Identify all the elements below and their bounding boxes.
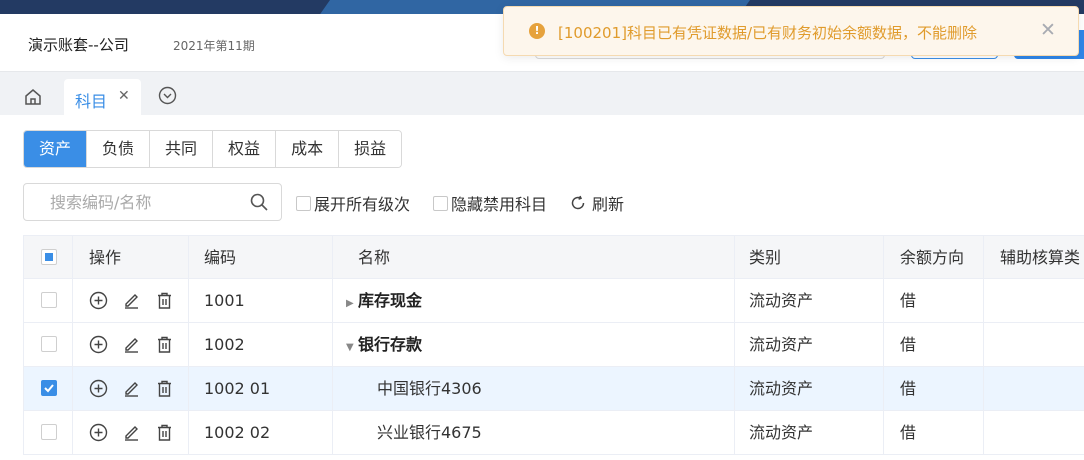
hide-disabled-label: 隐藏禁用科目 bbox=[451, 195, 548, 214]
category-tab-profit-loss[interactable]: 损益 bbox=[338, 131, 402, 167]
add-circle-icon[interactable] bbox=[89, 291, 108, 310]
row-direction: 借 bbox=[884, 323, 984, 367]
expand-all-option[interactable]: 展开所有级次 bbox=[296, 191, 410, 215]
row-select-cell bbox=[23, 367, 73, 411]
check-icon bbox=[44, 384, 54, 393]
hide-disabled-option[interactable]: 隐藏禁用科目 bbox=[433, 191, 547, 215]
expand-caret-icon[interactable]: ▶ bbox=[346, 282, 356, 323]
row-checkbox[interactable] bbox=[41, 424, 57, 440]
edit-icon[interactable] bbox=[122, 291, 141, 310]
category-tab-assets[interactable]: 资产 bbox=[24, 131, 87, 167]
collapse-caret-icon[interactable]: ▼ bbox=[346, 326, 356, 367]
header-select-cell bbox=[23, 236, 73, 280]
category-tab-common[interactable]: 共同 bbox=[149, 131, 213, 167]
row-aux bbox=[984, 279, 1084, 323]
refresh-label: 刷新 bbox=[592, 195, 625, 214]
row-code: 1002 bbox=[189, 323, 333, 367]
expand-all-checkbox[interactable] bbox=[296, 195, 311, 211]
row-name-text: 银行存款 bbox=[358, 335, 423, 354]
row-name: 兴业银行4675 bbox=[333, 411, 735, 455]
table-row[interactable]: 1001 ▶ 库存现金 流动资产 借 bbox=[23, 279, 1084, 323]
row-direction: 借 bbox=[884, 411, 984, 455]
row-checkbox[interactable] bbox=[41, 336, 57, 352]
tab-close-icon[interactable]: ✕ bbox=[118, 88, 130, 104]
delete-icon[interactable] bbox=[155, 335, 174, 354]
category-tab-cost[interactable]: 成本 bbox=[275, 131, 339, 167]
column-header-direction[interactable]: 余额方向 bbox=[884, 236, 984, 280]
refresh-button[interactable]: 刷新 bbox=[570, 191, 624, 215]
search-icon[interactable] bbox=[250, 193, 268, 211]
row-checkbox[interactable] bbox=[41, 380, 57, 396]
row-name: ▼ 银行存款 bbox=[333, 323, 735, 367]
delete-icon[interactable] bbox=[155, 423, 174, 442]
app-title[interactable]: 演示账套--公司 bbox=[28, 34, 129, 55]
row-type: 流动资产 bbox=[735, 279, 884, 323]
search-box bbox=[23, 183, 282, 221]
tab-bar: 科目 ✕ bbox=[0, 73, 1084, 115]
column-header-code[interactable]: 编码 bbox=[189, 236, 333, 280]
edit-icon[interactable] bbox=[122, 379, 141, 398]
tab-accounts[interactable]: 科目 ✕ bbox=[64, 79, 141, 115]
row-select-cell bbox=[23, 279, 73, 323]
row-actions bbox=[73, 367, 189, 411]
category-tab-liabilities[interactable]: 负债 bbox=[86, 131, 150, 167]
toast-close-button[interactable]: ✕ bbox=[1037, 18, 1059, 42]
chevron-down-circle-icon[interactable] bbox=[158, 86, 177, 105]
tab-label: 科目 bbox=[75, 92, 108, 111]
add-circle-icon[interactable] bbox=[89, 423, 108, 442]
row-aux bbox=[984, 323, 1084, 367]
row-actions bbox=[73, 411, 189, 455]
select-all-checkbox[interactable] bbox=[41, 249, 57, 265]
column-header-op: 操作 bbox=[73, 236, 189, 280]
row-select-cell bbox=[23, 411, 73, 455]
column-header-name[interactable]: 名称 bbox=[333, 236, 735, 280]
accounting-period: 2021年第11期 bbox=[173, 39, 255, 53]
row-aux bbox=[984, 411, 1084, 455]
row-select-cell bbox=[23, 323, 73, 367]
add-circle-icon[interactable] bbox=[89, 379, 108, 398]
delete-icon[interactable] bbox=[155, 291, 174, 310]
row-name: ▶ 库存现金 bbox=[333, 279, 735, 323]
warning-icon: ! bbox=[529, 23, 545, 39]
column-header-type[interactable]: 类别 bbox=[735, 236, 884, 280]
category-tab-equity[interactable]: 权益 bbox=[212, 131, 276, 167]
toast-message: [100201]科目已有凭证数据/已有财务初始余额数据，不能删除 bbox=[558, 24, 978, 42]
column-header-aux[interactable]: 辅助核算类 bbox=[984, 236, 1084, 280]
table-row[interactable]: 1002 02 兴业银行4675 流动资产 借 bbox=[23, 411, 1084, 455]
row-actions bbox=[73, 279, 189, 323]
home-icon[interactable] bbox=[24, 88, 42, 106]
accounts-table: 操作 编码 名称 类别 余额方向 辅助核算类 1001 ▶ 库存现金 流动资产 借 bbox=[23, 235, 1084, 455]
row-type: 流动资产 bbox=[735, 323, 884, 367]
row-code: 1002 02 bbox=[189, 411, 333, 455]
table-header-row: 操作 编码 名称 类别 余额方向 辅助核算类 bbox=[23, 235, 1084, 280]
row-type: 流动资产 bbox=[735, 411, 884, 455]
account-category-tabs: 资产 负债 共同 权益 成本 损益 bbox=[23, 130, 403, 168]
table-row[interactable]: 1002 ▼ 银行存款 流动资产 借 bbox=[23, 323, 1084, 367]
row-name-text: 库存现金 bbox=[358, 291, 423, 310]
row-type: 流动资产 bbox=[735, 367, 884, 411]
row-direction: 借 bbox=[884, 367, 984, 411]
edit-icon[interactable] bbox=[122, 335, 141, 354]
row-checkbox[interactable] bbox=[41, 292, 57, 308]
row-aux bbox=[984, 367, 1084, 411]
edit-icon[interactable] bbox=[122, 423, 141, 442]
row-code: 1001 bbox=[189, 279, 333, 323]
row-code: 1002 01 bbox=[189, 367, 333, 411]
hide-disabled-checkbox[interactable] bbox=[433, 195, 448, 211]
row-actions bbox=[73, 323, 189, 367]
refresh-icon bbox=[571, 195, 585, 210]
add-circle-icon[interactable] bbox=[89, 335, 108, 354]
table-row[interactable]: 1002 01 中国银行4306 流动资产 借 bbox=[23, 367, 1084, 411]
expand-all-label: 展开所有级次 bbox=[314, 195, 411, 214]
row-direction: 借 bbox=[884, 279, 984, 323]
row-name: 中国银行4306 bbox=[333, 367, 735, 411]
main-panel: 资产 负债 共同 权益 成本 损益 展开所有级次 隐藏禁用科目 刷新 操作 编码 bbox=[0, 115, 1084, 460]
delete-icon[interactable] bbox=[155, 379, 174, 398]
warning-toast: ! [100201]科目已有凭证数据/已有财务初始余额数据，不能删除 ✕ bbox=[503, 6, 1079, 56]
search-input[interactable] bbox=[24, 184, 244, 220]
